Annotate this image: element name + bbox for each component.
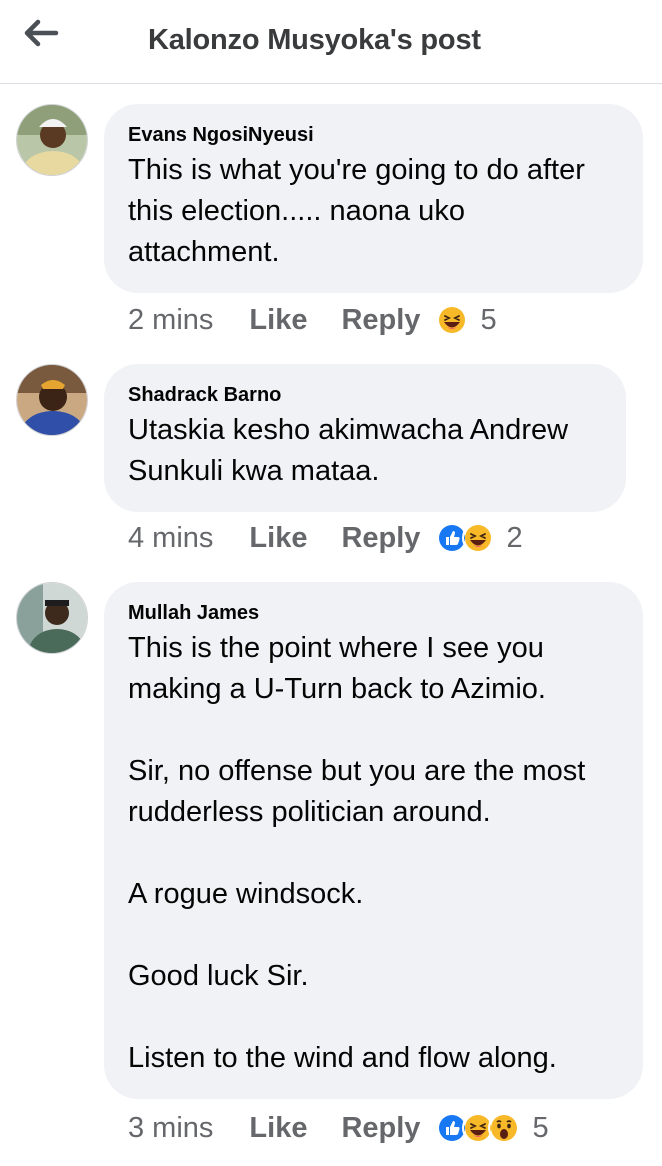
comment-author[interactable]: Shadrack Barno [128, 382, 602, 408]
back-button[interactable] [22, 18, 66, 54]
avatar[interactable] [16, 364, 88, 436]
reply-button[interactable]: Reply [341, 304, 420, 337]
arrow-left-icon [24, 19, 59, 47]
reaction-count: 5 [532, 1111, 549, 1144]
comment-time[interactable]: 2 mins [128, 304, 213, 337]
reaction-summary[interactable]: 2 [436, 520, 523, 556]
like-button[interactable]: Like [249, 304, 307, 337]
like-button[interactable]: Like [249, 522, 307, 555]
reply-button[interactable]: Reply [341, 1112, 420, 1145]
comment-author[interactable]: Evans NgosiNyeusi [128, 122, 619, 148]
comment-text: Utaskia kesho akimwacha Andrew Sunkuli k… [128, 414, 569, 487]
reaction-count: 5 [480, 303, 497, 336]
reply-button[interactable]: Reply [341, 522, 420, 555]
avatar[interactable] [16, 104, 88, 176]
reaction-count: 2 [506, 521, 523, 554]
avatar-photo [17, 105, 87, 175]
comment-bubble: Shadrack Barno Utaskia kesho akimwacha A… [104, 364, 626, 512]
like-button[interactable]: Like [249, 1112, 307, 1145]
comment-actions: 2 mins Like Reply 5 [128, 300, 497, 340]
comment-actions: 3 mins Like Reply 5 [128, 1108, 549, 1148]
comment-text: This is what you're going to do after th… [128, 154, 585, 268]
comment-bubble: Evans NgosiNyeusi This is what you're go… [104, 104, 643, 293]
haha-icon [436, 304, 469, 336]
avatar-photo [17, 365, 87, 435]
haha-icon [462, 522, 495, 554]
reaction-summary[interactable]: 5 [436, 302, 497, 338]
comment-text: This is the point where I see you making… [128, 632, 586, 1074]
comment-bubble: Mullah James This is the point where I s… [104, 582, 643, 1099]
avatar-photo [17, 583, 87, 653]
wow-icon [488, 1112, 521, 1144]
reaction-summary[interactable]: 5 [436, 1110, 549, 1146]
comment-actions: 4 mins Like Reply 2 [128, 518, 523, 558]
comment-author[interactable]: Mullah James [128, 600, 619, 626]
page-title: Kalonzo Musyoka's post [148, 24, 481, 56]
avatar[interactable] [16, 582, 88, 654]
top-bar: Kalonzo Musyoka's post [0, 0, 662, 84]
comment-time[interactable]: 4 mins [128, 522, 213, 555]
comment-time[interactable]: 3 mins [128, 1112, 213, 1145]
